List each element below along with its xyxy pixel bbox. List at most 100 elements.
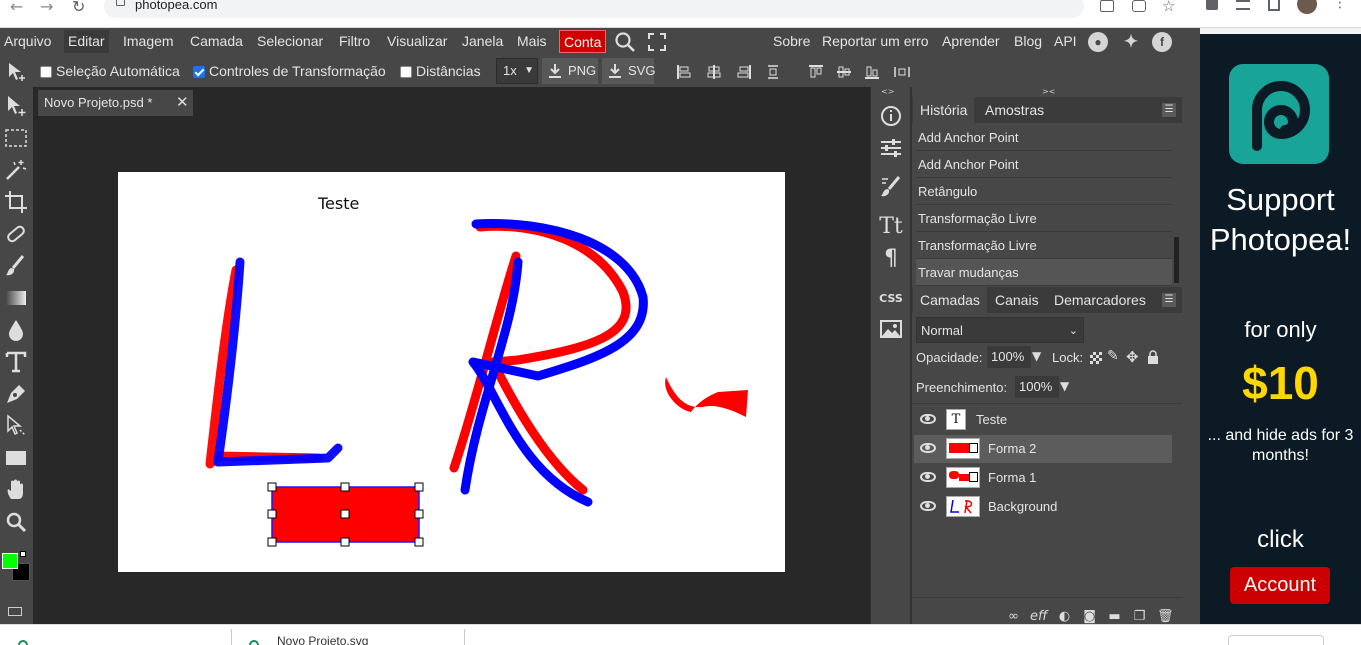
- distribute-v-icon[interactable]: [893, 64, 911, 80]
- magic-wand-tool-icon[interactable]: [3, 157, 29, 183]
- menu-camada[interactable]: Camada: [186, 30, 247, 53]
- fullscreen-icon[interactable]: [647, 32, 667, 55]
- download-file-name[interactable]: Novo Projeto.svg: [277, 634, 368, 645]
- visibility-eye-icon[interactable]: [920, 472, 936, 482]
- link-blog[interactable]: Blog: [1014, 30, 1042, 53]
- layer-effects-icon[interactable]: eff: [1030, 609, 1047, 624]
- close-tab-icon[interactable]: ✕: [176, 90, 189, 116]
- lock-all-icon[interactable]: [1147, 349, 1159, 364]
- paragraph-icon[interactable]: ¶: [877, 245, 905, 273]
- delete-layer-icon[interactable]: 🗑: [1157, 609, 1174, 624]
- gradient-tool-icon[interactable]: [3, 285, 29, 311]
- blend-mode-select[interactable]: Normal ⌄: [916, 317, 1084, 343]
- facebook-icon[interactable]: f: [1152, 32, 1172, 52]
- tab-demarcadores[interactable]: Demarcadores: [1047, 287, 1153, 313]
- back-icon[interactable]: ←: [10, 0, 23, 15]
- pen-tool-icon[interactable]: [3, 381, 29, 407]
- bookmark-star-icon[interactable]: ☆: [1162, 0, 1175, 15]
- layer-mask-icon[interactable]: ◙: [1082, 609, 1097, 624]
- browser-menu-icon[interactable]: ⋮: [1333, 0, 1347, 10]
- distribute-h-icon[interactable]: [765, 64, 781, 80]
- install-app-icon[interactable]: [1100, 0, 1114, 12]
- tab-amostras[interactable]: Amostras: [978, 97, 1051, 123]
- link-sobre[interactable]: Sobre: [773, 30, 810, 53]
- side-panel-icon[interactable]: [1268, 0, 1280, 11]
- document-tab[interactable]: Novo Projeto.psd * ✕: [38, 90, 193, 116]
- link-reportar-erro[interactable]: Reportar um erro: [822, 30, 929, 53]
- lock-pixels-icon[interactable]: ✎: [1107, 348, 1119, 364]
- distances-checkbox[interactable]: [400, 66, 412, 78]
- opacity-input[interactable]: 100%: [987, 346, 1031, 368]
- menu-visualizar[interactable]: Visualizar: [383, 30, 451, 53]
- fill-input[interactable]: 100%: [1015, 376, 1059, 398]
- export-svg-button[interactable]: SVG: [602, 58, 655, 84]
- collapse-icon[interactable]: <>: [881, 87, 894, 96]
- visibility-eye-icon[interactable]: [920, 443, 936, 453]
- align-top-icon[interactable]: [808, 64, 824, 80]
- history-item[interactable]: Add Anchor Point: [916, 124, 1172, 151]
- new-group-icon[interactable]: ▬: [1107, 609, 1122, 624]
- new-layer-icon[interactable]: ❐: [1132, 609, 1147, 624]
- foreground-color-swatch[interactable]: [2, 553, 18, 569]
- brush-settings-icon[interactable]: [877, 173, 905, 201]
- tab-canais[interactable]: Canais: [988, 287, 1046, 313]
- hand-tool-icon[interactable]: [3, 477, 29, 503]
- marquee-tool-icon[interactable]: [3, 125, 29, 151]
- twitter-icon[interactable]: ✦: [1121, 32, 1141, 52]
- search-icon[interactable]: [614, 31, 636, 56]
- auto-select-checkbox[interactable]: [40, 66, 52, 78]
- opacity-dropdown-icon[interactable]: ▼: [1032, 349, 1041, 363]
- css-icon[interactable]: CSS: [877, 285, 905, 313]
- tab-camadas[interactable]: Camadas: [913, 287, 987, 313]
- forward-icon[interactable]: →: [40, 0, 53, 15]
- export-png-button[interactable]: PNG: [542, 58, 598, 84]
- info-icon[interactable]: [877, 102, 905, 130]
- panel-menu-icon[interactable]: ☰: [1162, 103, 1176, 117]
- history-item[interactable]: Add Anchor Point: [916, 151, 1172, 178]
- character-icon[interactable]: Tt: [877, 213, 905, 241]
- align-center-h-icon[interactable]: [706, 64, 722, 80]
- menu-selecionar[interactable]: Selecionar: [253, 30, 327, 53]
- adjustments-icon[interactable]: [877, 134, 905, 162]
- link-api[interactable]: API: [1054, 30, 1077, 53]
- healing-brush-tool-icon[interactable]: [3, 221, 29, 247]
- align-bottom-icon[interactable]: [864, 64, 880, 80]
- blur-tool-icon[interactable]: [3, 317, 29, 343]
- link-layers-icon[interactable]: ∞: [1006, 609, 1021, 624]
- layer-row[interactable]: Background: [914, 493, 1172, 521]
- media-icon[interactable]: [1236, 0, 1250, 10]
- align-right-icon[interactable]: [736, 64, 752, 80]
- menu-mais[interactable]: Mais: [513, 30, 551, 53]
- history-item[interactable]: Transformação Livre: [916, 205, 1172, 232]
- transform-controls-checkbox[interactable]: [193, 66, 205, 78]
- layer-row-selected[interactable]: Forma 2: [914, 435, 1172, 463]
- canvas[interactable]: Teste: [118, 172, 785, 572]
- lock-transparency-icon[interactable]: [1090, 352, 1102, 364]
- quick-mask-icon[interactable]: [8, 607, 22, 616]
- layer-row[interactable]: T Teste: [914, 406, 1172, 434]
- crop-tool-icon[interactable]: [3, 189, 29, 215]
- swap-colors-icon[interactable]: [20, 551, 26, 557]
- menu-arquivo[interactable]: Arquivo: [0, 30, 55, 53]
- brush-tool-icon[interactable]: [3, 253, 29, 279]
- align-left-icon[interactable]: [676, 64, 692, 80]
- address-bar[interactable]: [104, 0, 1084, 18]
- image-icon[interactable]: [877, 315, 905, 343]
- history-item[interactable]: Retângulo: [916, 178, 1172, 205]
- ad-account-button[interactable]: Account: [1230, 567, 1330, 604]
- menu-imagem[interactable]: Imagem: [119, 30, 178, 53]
- history-item-current[interactable]: Travar mudanças: [916, 259, 1172, 286]
- menu-janela[interactable]: Janela: [458, 30, 507, 53]
- show-all-downloads-button[interactable]: [1228, 635, 1324, 645]
- zoom-select[interactable]: 1x ▼: [496, 58, 538, 84]
- path-selection-tool-icon[interactable]: [3, 413, 29, 439]
- panel-menu-icon[interactable]: ☰: [1162, 293, 1176, 307]
- visibility-eye-icon[interactable]: [920, 501, 936, 511]
- reddit-icon[interactable]: ●: [1088, 32, 1108, 52]
- menu-editar[interactable]: Editar: [64, 30, 109, 53]
- lock-position-icon[interactable]: ✥: [1126, 348, 1139, 366]
- profile-avatar[interactable]: [1297, 0, 1317, 14]
- share-icon[interactable]: [1132, 0, 1146, 12]
- expand-panels-icon[interactable]: ><: [1042, 87, 1055, 96]
- zoom-tool-icon[interactable]: [3, 509, 29, 535]
